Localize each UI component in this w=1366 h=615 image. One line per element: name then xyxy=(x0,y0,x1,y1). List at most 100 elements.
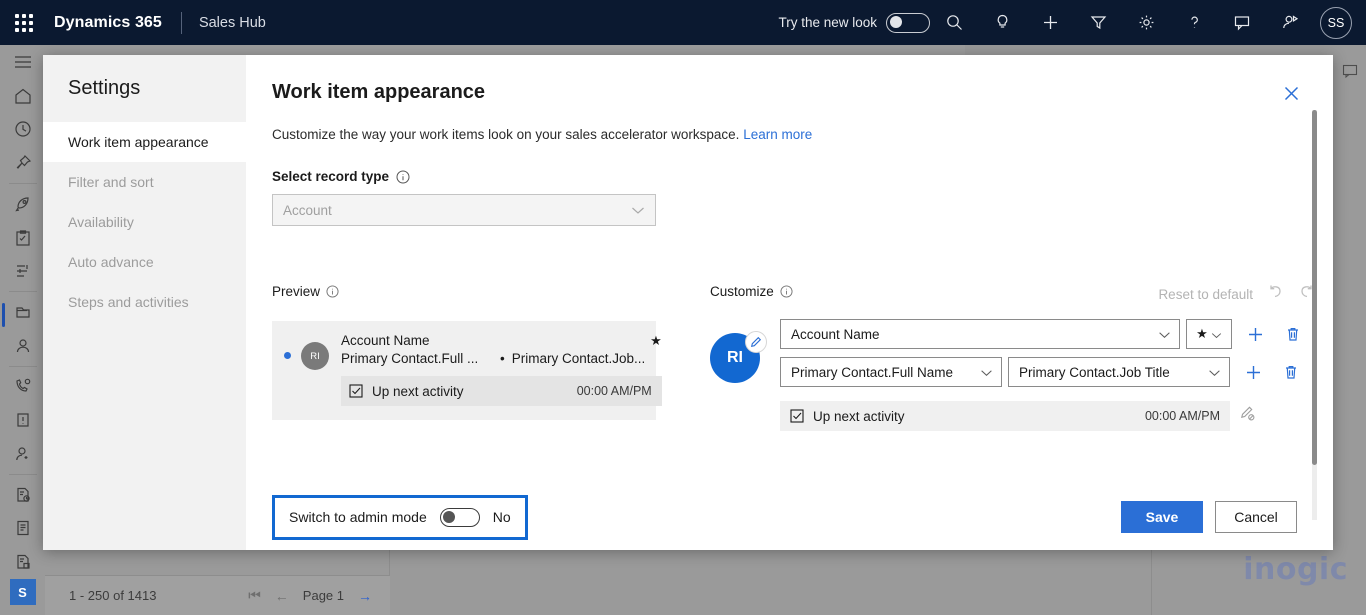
star-filled-icon: ★ xyxy=(650,333,662,348)
info-icon[interactable] xyxy=(396,170,410,184)
sidebar-item-filter-and-sort[interactable]: Filter and sort xyxy=(43,162,246,202)
checkbox-checked-icon xyxy=(790,409,804,423)
sidebar-item-label: Auto advance xyxy=(68,254,154,270)
hamburger-menu-icon[interactable] xyxy=(0,45,45,79)
inogic-watermark: inogic xyxy=(1243,552,1348,587)
customize-avatar-wrapper: RI xyxy=(710,331,767,383)
feedback-icon[interactable] xyxy=(1218,0,1266,45)
search-icon[interactable] xyxy=(930,0,978,45)
preview-activity-label: Up next activity xyxy=(372,383,464,399)
page-title: Work item appearance xyxy=(272,81,486,103)
first-page-icon[interactable]: ⏮ xyxy=(248,587,261,604)
undo-icon[interactable] xyxy=(1267,284,1284,304)
sidebar-item-work-item-appearance[interactable]: Work item appearance xyxy=(43,122,246,162)
sidebar-item-competitors[interactable] xyxy=(0,437,45,471)
pencil-icon[interactable] xyxy=(745,331,767,353)
preview-subtitle-secondary: Primary Contact.Job... xyxy=(511,351,646,366)
sidebar-item-leads[interactable] xyxy=(0,403,45,437)
new-look-toggle[interactable] xyxy=(886,12,930,33)
dialog-description: Customize the way your work items look o… xyxy=(272,127,1333,142)
app-launcher-icon[interactable] xyxy=(0,0,48,45)
sidebar-item-label: Filter and sort xyxy=(68,174,154,190)
dialog-main-content: Work item appearance Customize the way y… xyxy=(246,55,1333,550)
customize-heading: Customize xyxy=(710,284,774,299)
sidebar-item-opportunities[interactable] xyxy=(0,370,45,404)
sidebar-item-activities[interactable] xyxy=(0,221,45,255)
reset-to-default-button[interactable]: Reset to default xyxy=(1158,287,1253,302)
sidebar-item-pinned[interactable] xyxy=(0,146,45,180)
field-select[interactable]: Primary Contact.Job Title xyxy=(1008,357,1230,387)
footer-buttons: Save Cancel xyxy=(1121,501,1297,533)
feedback-icon[interactable] xyxy=(1342,63,1358,84)
background-pager: 1 - 250 of 1413 ⏮ ← Page 1 → xyxy=(45,575,390,615)
pencil-disabled-icon xyxy=(1230,405,1264,421)
chevron-down-icon xyxy=(631,203,645,218)
plus-icon[interactable] xyxy=(1026,0,1074,45)
user-avatar[interactable]: SS xyxy=(1320,6,1352,39)
gear-icon[interactable] xyxy=(1122,0,1170,45)
field-select-value: Primary Contact.Full Name xyxy=(791,364,954,380)
sidebar-item-orders[interactable] xyxy=(0,512,45,546)
close-icon[interactable] xyxy=(1279,81,1303,105)
preview-card-body: Account Name ★ Primary Contact.Full ... … xyxy=(341,333,662,406)
preview-heading: Preview xyxy=(272,284,321,299)
save-button[interactable]: Save xyxy=(1121,501,1203,533)
preview-heading-row: Preview xyxy=(272,284,682,299)
help-icon[interactable] xyxy=(1170,0,1218,45)
field-select-value: Primary Contact.Job Title xyxy=(1019,364,1170,380)
sidebar-item-accelerate[interactable] xyxy=(0,187,45,221)
preview-subtitle-separator: • xyxy=(500,351,505,366)
previous-page-icon[interactable]: ← xyxy=(275,588,289,604)
preview-subtitle-row: Primary Contact.Full ... • Primary Conta… xyxy=(341,351,662,366)
admin-mode-value: No xyxy=(492,509,511,525)
unread-dot-icon xyxy=(284,352,291,359)
add-icon[interactable] xyxy=(1240,319,1270,349)
brand-title[interactable]: Dynamics 365 xyxy=(54,14,162,32)
info-icon[interactable] xyxy=(780,285,793,298)
next-page-icon[interactable]: → xyxy=(358,588,372,604)
star-picker[interactable]: ★ xyxy=(1186,319,1232,349)
sidebar-item-quotes[interactable] xyxy=(0,478,45,512)
add-icon[interactable] xyxy=(1238,357,1268,387)
sidebar-item-invoices[interactable] xyxy=(0,545,45,579)
field-select[interactable]: Primary Contact.Full Name xyxy=(780,357,1002,387)
admin-mode-toggle[interactable] xyxy=(439,507,480,527)
delete-icon[interactable] xyxy=(1276,357,1306,387)
rail-bottom-badge[interactable]: S xyxy=(9,579,36,606)
customize-row: Primary Contact.Full Name Primary Contac… xyxy=(780,357,1333,387)
field-select[interactable]: Account Name xyxy=(780,319,1180,349)
page-label: Page 1 xyxy=(302,588,344,603)
sidebar-item-label: Steps and activities xyxy=(68,294,189,310)
record-type-select[interactable]: Account xyxy=(272,194,656,226)
filter-icon[interactable] xyxy=(1074,0,1122,45)
assistant-icon[interactable] xyxy=(1266,0,1314,45)
customize-row: Account Name ★ xyxy=(780,319,1333,349)
avatar: RI xyxy=(301,342,329,370)
sidebar-item-recent[interactable] xyxy=(0,113,45,147)
sidebar-item-accounts[interactable] xyxy=(0,295,45,329)
field-select-value: Account Name xyxy=(791,326,880,342)
sidebar-item-auto-advance[interactable]: Auto advance xyxy=(43,242,246,282)
sidebar-item-contacts[interactable] xyxy=(0,329,45,363)
sidebar-item-label: Availability xyxy=(68,214,134,230)
preview-panel: Preview RI Account Name ★ Primary Contac… xyxy=(272,284,682,431)
learn-more-link[interactable]: Learn more xyxy=(743,127,812,142)
app-screen: ☰ 🗋 ◆ ▲ ■ + Customer Product Price List … xyxy=(0,0,1366,615)
preview-subtitle-primary: Primary Contact.Full ... xyxy=(341,351,479,366)
record-type-label: Select record type xyxy=(272,169,390,184)
delete-icon[interactable] xyxy=(1278,319,1308,349)
sidebar-item-sequences[interactable] xyxy=(0,255,45,289)
cancel-button[interactable]: Cancel xyxy=(1215,501,1297,533)
top-navigation-bar: Dynamics 365 Sales Hub Try the new look xyxy=(0,0,1366,45)
sidebar-item-availability[interactable]: Availability xyxy=(43,202,246,242)
sidebar-item-home[interactable] xyxy=(0,79,45,113)
sidebar-item-steps-and-activities[interactable]: Steps and activities xyxy=(43,282,246,322)
app-name[interactable]: Sales Hub xyxy=(199,15,266,31)
redo-icon[interactable] xyxy=(1298,284,1315,304)
checkbox-checked-icon xyxy=(349,384,363,398)
preview-activity-row: Up next activity 00:00 AM/PM xyxy=(341,376,662,406)
lightbulb-icon[interactable] xyxy=(978,0,1026,45)
info-icon[interactable] xyxy=(326,285,339,298)
admin-mode-highlight-box: Switch to admin mode No xyxy=(272,494,528,540)
customize-activity-row: Up next activity 00:00 AM/PM xyxy=(780,401,1230,431)
